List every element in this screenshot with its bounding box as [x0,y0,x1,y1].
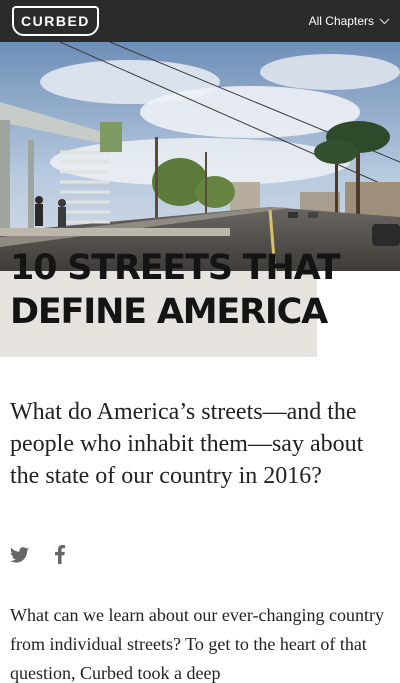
chevron-down-icon [379,18,390,24]
article-dek: What do America’s streets—and the people… [10,399,364,489]
facebook-share-button[interactable] [55,545,65,564]
top-navigation-bar: CURBED All Chapters [0,0,400,42]
hero-image-street-scene [0,42,400,271]
curbed-logo[interactable]: CURBED [12,6,99,36]
all-chapters-dropdown[interactable]: All Chapters [309,14,390,28]
facebook-icon [55,545,65,564]
twitter-icon [10,546,29,563]
twitter-share-button[interactable] [10,546,29,563]
article-body-paragraph: What can we learn about our ever-changin… [10,605,384,683]
article-headline: 10 Streets That Define America [10,248,341,332]
social-share-bar [10,545,65,564]
all-chapters-label: All Chapters [308,14,374,28]
